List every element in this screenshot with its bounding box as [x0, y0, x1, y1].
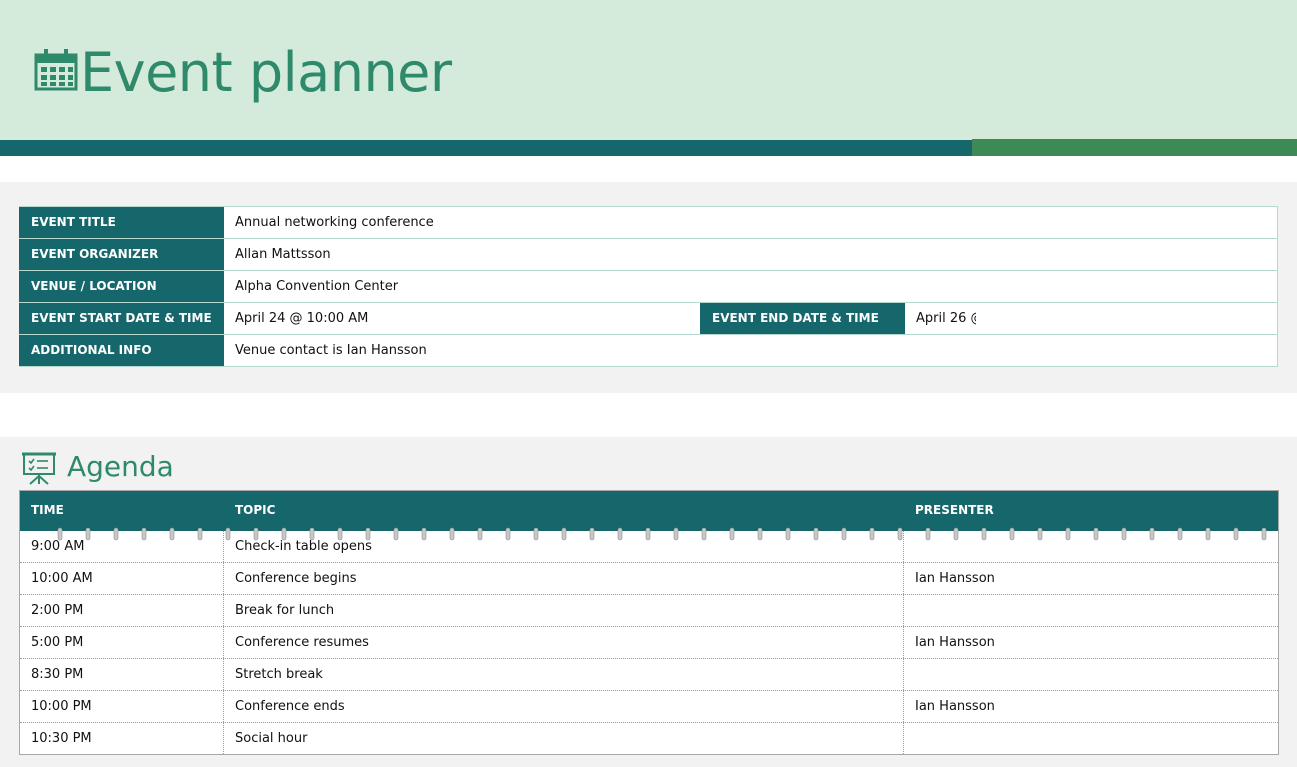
event-title-label: EVENT TITLE [19, 207, 224, 238]
table-row: 10:00 PM Conference ends Ian Hansson [20, 690, 1278, 722]
event-organizer-field[interactable]: Allan Mattsson [224, 239, 1277, 270]
table-row: 8:30 PM Stretch break [20, 658, 1278, 690]
table-row: 10:30 PM Social hour [20, 722, 1278, 754]
presenter-cell[interactable] [904, 595, 1278, 626]
topic-cell[interactable]: Check-in table opens [224, 531, 904, 562]
topic-cell[interactable]: Conference begins [224, 563, 904, 594]
venue-label: VENUE / LOCATION [19, 271, 224, 302]
event-start-field[interactable]: April 24 @ 10:00 AM [224, 303, 700, 334]
additional-info-label: ADDITIONAL INFO [19, 335, 224, 366]
time-cell[interactable]: 9:00 AM [20, 531, 224, 562]
event-end-field-blank [976, 303, 1277, 334]
time-cell[interactable]: 10:30 PM [20, 723, 224, 754]
event-end-label: EVENT END DATE & TIME [700, 303, 905, 334]
venue-field[interactable]: Alpha Convention Center [224, 271, 1277, 302]
event-end-field[interactable]: April 26 @ [905, 303, 976, 334]
column-header-topic[interactable]: TOPIC [224, 491, 904, 531]
venue-row: VENUE / LOCATION Alpha Convention Center [19, 270, 1277, 302]
topic-cell[interactable]: Break for lunch [224, 595, 904, 626]
presenter-cell[interactable]: Ian Hansson [904, 691, 1278, 722]
agenda-heading: Agenda [67, 450, 174, 483]
presenter-cell[interactable] [904, 659, 1278, 690]
table-row: 2:00 PM Break for lunch [20, 594, 1278, 626]
event-organizer-row: EVENT ORGANIZER Allan Mattsson [19, 238, 1277, 270]
time-cell[interactable]: 10:00 PM [20, 691, 224, 722]
presenter-cell[interactable] [904, 531, 1278, 562]
column-header-time[interactable]: TIME [20, 491, 224, 531]
agenda-table-body: 9:00 AM Check-in table opens 10:00 AM Confe… [20, 531, 1278, 754]
table-row: 9:00 AM Check-in table opens [20, 531, 1278, 562]
header-accent-bar-green [972, 139, 1297, 156]
time-cell[interactable]: 10:00 AM [20, 563, 224, 594]
calendar-icon [34, 49, 78, 91]
topic-cell[interactable]: Stretch break [224, 659, 904, 690]
presenter-cell[interactable]: Ian Hansson [904, 563, 1278, 594]
time-cell[interactable]: 8:30 PM [20, 659, 224, 690]
table-row: 5:00 PM Conference resumes Ian Hansson [20, 626, 1278, 658]
topic-cell[interactable]: Social hour [224, 723, 904, 754]
header-banner: Event planner [0, 0, 1297, 140]
additional-info-field[interactable]: Venue contact is Ian Hansson [224, 335, 1277, 366]
time-cell[interactable]: 5:00 PM [20, 627, 224, 658]
event-title-field[interactable]: Annual networking conference [224, 207, 1277, 238]
page-title: Event planner [80, 41, 452, 104]
event-title-row: EVENT TITLE Annual networking conference [19, 207, 1277, 238]
presenter-cell[interactable]: Ian Hansson [904, 627, 1278, 658]
event-dates-row: EVENT START DATE & TIME April 24 @ 10:00… [19, 302, 1277, 334]
presenter-cell[interactable] [904, 723, 1278, 754]
event-start-label: EVENT START DATE & TIME [19, 303, 224, 334]
agenda-table: TIME TOPIC PRESENTER 9:00 AM Check-in tab… [19, 490, 1279, 755]
additional-info-row: ADDITIONAL INFO Venue contact is Ian Han… [19, 334, 1277, 366]
presentation-board-icon [22, 452, 56, 485]
agenda-table-header: TIME TOPIC PRESENTER [20, 491, 1278, 541]
table-row: 10:00 AM Conference begins Ian Hansson [20, 562, 1278, 594]
column-header-presenter[interactable]: PRESENTER [904, 491, 1278, 531]
event-organizer-label: EVENT ORGANIZER [19, 239, 224, 270]
topic-cell[interactable]: Conference resumes [224, 627, 904, 658]
time-cell[interactable]: 2:00 PM [20, 595, 224, 626]
topic-cell[interactable]: Conference ends [224, 691, 904, 722]
event-info-grid: EVENT TITLE Annual networking conference… [19, 206, 1278, 367]
header-accent-bar-teal [0, 140, 972, 156]
